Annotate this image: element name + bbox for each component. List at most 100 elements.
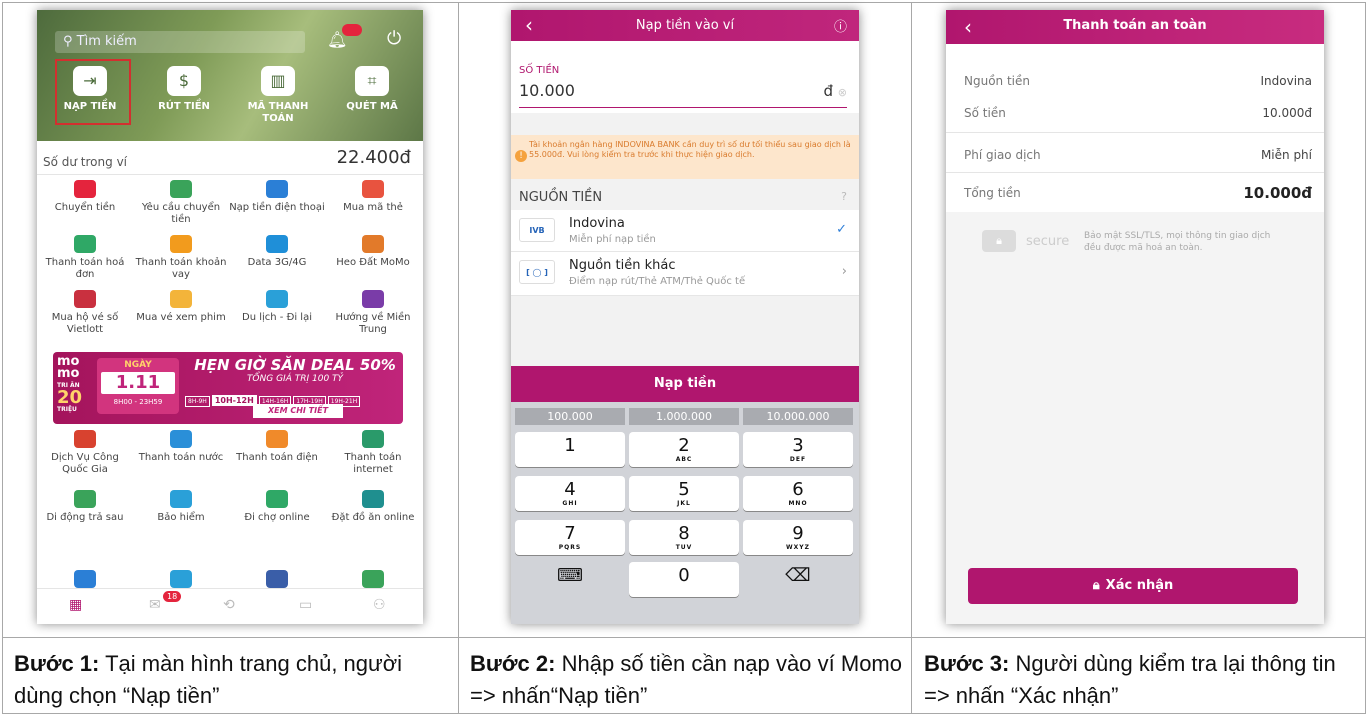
key-digit: 7 (564, 523, 576, 544)
service-label: Bảo hiểm (157, 512, 205, 523)
service-icon (266, 290, 288, 308)
banner-headline: HẸN GIỜ SĂN DEAL 50% (194, 356, 396, 374)
ma-thanh-toan-action[interactable]: ▥ MÃ THANH TOÁN (235, 66, 321, 125)
service-item[interactable]: Mua vé xem phim (133, 290, 229, 324)
xac-nhan-button[interactable]: 🔒︎ Xác nhận (968, 568, 1298, 604)
service-item[interactable]: Nạp tiền điện thoại (229, 180, 325, 214)
table-border-middle (2, 637, 1366, 638)
row-total: Tổng tiền 10.000đ (964, 184, 1312, 202)
history-icon[interactable]: ⟲ (223, 597, 235, 613)
service-icon (266, 570, 288, 588)
service-icon (362, 290, 384, 308)
keyboard-key[interactable]: ⌨ (515, 562, 625, 597)
key-digit: 4 (564, 479, 576, 500)
source-option-indovina[interactable]: IVB Indovina Miễn phí nạp tiền ✓ (511, 210, 859, 252)
service-item[interactable]: Thanh toán nước (133, 430, 229, 464)
service-item[interactable]: Thanh toán internet (325, 430, 421, 476)
help-icon[interactable]: ? (841, 190, 847, 203)
empty-area (511, 296, 859, 366)
key-digit: 5 (678, 479, 690, 500)
clear-icon: ⊗ (837, 86, 847, 99)
key-digit: 0 (678, 565, 690, 586)
service-item[interactable]: Data 3G/4G (229, 235, 325, 269)
digit-key[interactable]: 4 GHI (515, 476, 625, 511)
key-letters: JKL (677, 500, 691, 507)
step2-deposit-screen: ‹ Nạp tiền vào ví ⓘ SỐ TIỀN 10.000 đ ⊗ !… (511, 10, 859, 624)
step1-home-screen: ⚲ Tìm kiếm 🔔︎ ⏻ ⇥ NẠP TIỀN $ RÚT TIỀN ▥ MÃ … (37, 10, 423, 624)
option-desc: Miễn phí nạp tiền (569, 234, 656, 245)
amount-label: SỐ TIỀN (519, 65, 560, 76)
service-item[interactable]: Mua hộ vé số Vietlott (37, 290, 133, 336)
key-letters: PQRS (558, 544, 582, 551)
service-item[interactable]: Thanh toán hoá đơn (37, 235, 133, 281)
service-item[interactable]: Đặt đồ ăn online (325, 490, 421, 524)
service-icon (74, 430, 96, 448)
quick-amount[interactable]: 10.000.000 (743, 408, 853, 425)
key-letters: TUV (675, 544, 693, 551)
digit-key[interactable]: 1 (515, 432, 625, 467)
banner-slots: 8H-9H 10H-12H 14H-16H 17H-19H 19H-21H (185, 388, 401, 407)
gift-icon[interactable]: ✉ (149, 597, 161, 613)
service-item[interactable]: Mua mã thẻ (325, 180, 421, 214)
banner-cta-button[interactable]: XEM CHI TIẾT (253, 404, 343, 418)
profile-icon[interactable]: ⚇ (373, 597, 386, 613)
service-item[interactable]: Dịch Vụ Công Quốc Gia (37, 430, 133, 476)
service-icon (362, 180, 384, 198)
quick-amount[interactable]: 1.000.000 (629, 408, 739, 425)
deposit-header: ‹ Nạp tiền vào ví ⓘ (511, 10, 859, 41)
search-input[interactable]: ⚲ Tìm kiếm (55, 31, 305, 53)
balance-value: 22.400đ (336, 147, 411, 168)
service-item[interactable]: Chuyển tiền (37, 180, 133, 214)
digit-key[interactable]: 2 ABC (629, 432, 739, 467)
service-icon (362, 490, 384, 508)
service-icon (362, 235, 384, 253)
digit-key[interactable]: 7 PQRS (515, 520, 625, 555)
warning-icon: ! (515, 150, 527, 162)
help-icon[interactable]: ⓘ (834, 16, 847, 35)
service-label: Thanh toán điện (236, 452, 318, 463)
balance-label: Số dư trong ví (43, 155, 127, 169)
caption-step2: Bước 2: Nhập số tiền cần nạp vào ví Momo… (470, 651, 902, 708)
service-label: Dịch Vụ Công Quốc Gia (51, 452, 119, 475)
action-label: QUÉT MÃ (346, 101, 398, 112)
option-name: Indovina (569, 216, 625, 231)
rut-tien-action[interactable]: $ RÚT TIỀN (141, 66, 227, 113)
service-item[interactable]: Hướng về Miền Trung (325, 290, 421, 336)
amount-field[interactable]: SỐ TIỀN 10.000 đ ⊗ (511, 41, 859, 113)
power-icon[interactable]: ⏻ (387, 28, 401, 49)
service-item[interactable]: Di động trả sau (37, 490, 133, 524)
quick-amount[interactable]: 100.000 (515, 408, 625, 425)
service-icon (266, 490, 288, 508)
barcode-icon: ▥ (261, 66, 295, 96)
digit-key[interactable]: 8 TUV (629, 520, 739, 555)
service-item[interactable]: Thanh toán khoản vay (133, 235, 229, 281)
service-item[interactable]: Đi chợ online (229, 490, 325, 524)
digit-key[interactable]: 6 MNO (743, 476, 853, 511)
digit-key[interactable]: 3 DEF (743, 432, 853, 467)
digit-key[interactable]: 0 (629, 562, 739, 597)
service-item[interactable]: Bảo hiểm (133, 490, 229, 524)
service-icon (74, 180, 96, 198)
numeric-keypad: 100.000 1.000.000 10.000.000 1 2 ABC 3 DEF 4 G… (511, 402, 859, 624)
chat-icon[interactable]: ▭ (299, 597, 312, 613)
confirm-header: ‹ Thanh toán an toàn (946, 10, 1324, 44)
quet-ma-action[interactable]: ⌗ QUÉT MÃ (329, 66, 415, 113)
service-icon (170, 570, 192, 588)
digit-key[interactable]: 5 JKL (629, 476, 739, 511)
caption-step1: Bước 1: Tại màn hình trang chủ, người dù… (14, 651, 403, 708)
check-icon: ✓ (836, 222, 847, 237)
step3-confirm-screen: ‹ Thanh toán an toàn Nguồn tiền Indovina … (946, 10, 1324, 624)
digit-key[interactable]: 9 WXYZ (743, 520, 853, 555)
nap-tien-button[interactable]: Nạp tiền (511, 366, 859, 402)
backspace-key[interactable]: ⌫ (743, 562, 853, 597)
service-label: Thanh toán hoá đơn (45, 257, 125, 280)
service-item[interactable]: Yêu cầu chuyển tiền (133, 180, 229, 226)
secure-area (946, 212, 1324, 624)
home-icon[interactable]: ▦ (69, 597, 82, 613)
service-item[interactable]: Thanh toán điện (229, 430, 325, 464)
service-item[interactable]: Heo Đất MoMo (325, 235, 421, 269)
service-label: Hướng về Miền Trung (335, 312, 411, 335)
source-option-other[interactable]: [ ◯ ] Nguồn tiền khác Điểm nạp rút/Thẻ A… (511, 252, 859, 296)
promo-banner[interactable]: mo mo TRI ÂN 20 TRIỆU NGÀY 1.11 8H00 - 23H5… (53, 352, 403, 424)
service-item[interactable]: Du lịch - Đi lại (229, 290, 325, 324)
